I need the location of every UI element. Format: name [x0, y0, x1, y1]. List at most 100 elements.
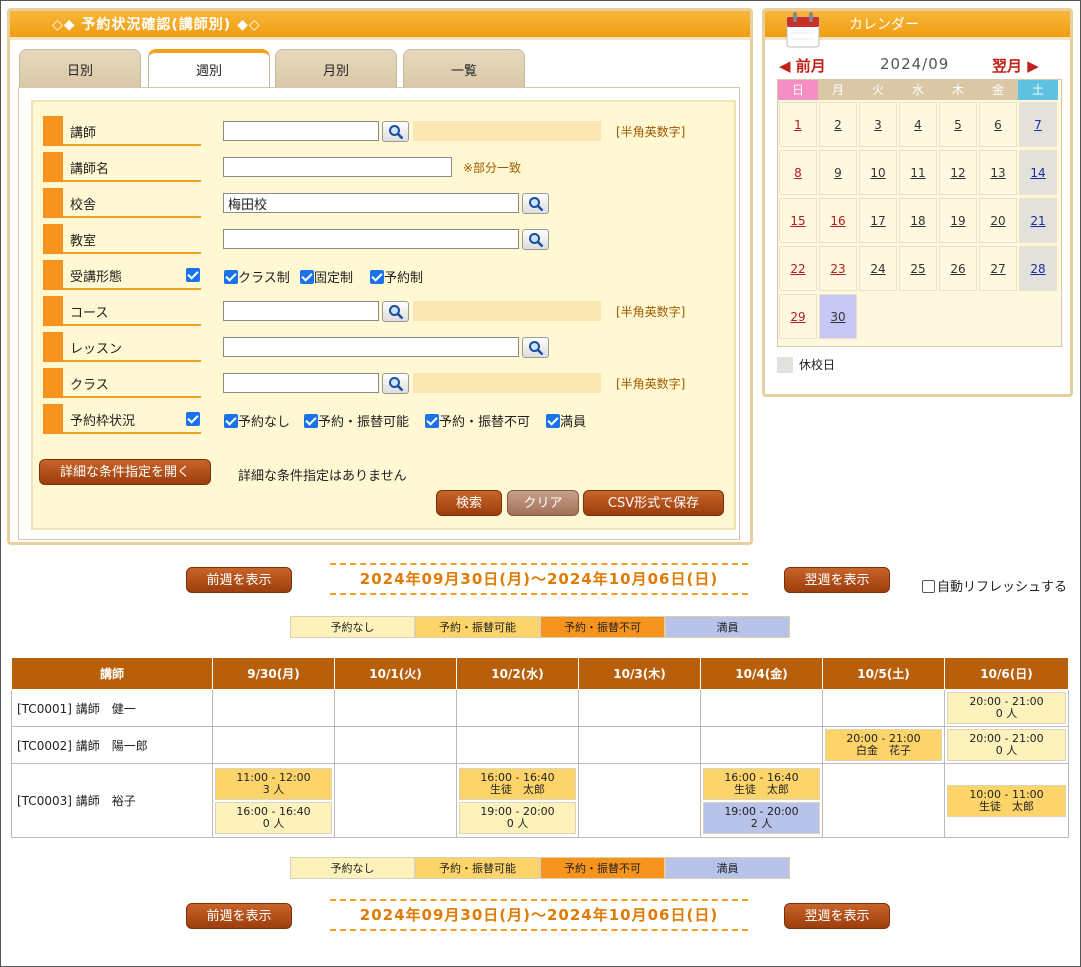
calendar-day[interactable]: 16 — [819, 198, 857, 243]
option-transfer-ng[interactable]: 予約・振替不可 — [425, 411, 530, 430]
room-input[interactable] — [223, 229, 519, 249]
calendar-dow-header: 木 — [938, 80, 978, 100]
reservation-slot[interactable]: 20:00 - 21:00 白金 花子 — [825, 729, 942, 761]
column-header-date: 10/4(金) — [700, 657, 823, 690]
reservation-slot[interactable]: 16:00 - 16:40 生徒 太郎 — [703, 767, 820, 800]
reservation-slot[interactable]: 10:00 - 11:00 生徒 太郎 — [947, 784, 1066, 817]
calendar-day[interactable]: 2 — [819, 102, 857, 147]
checkbox[interactable] — [304, 414, 318, 428]
calendar-day[interactable]: 30 — [819, 294, 857, 339]
calendar-day[interactable]: 3 — [859, 102, 897, 147]
calendar-day[interactable]: 20 — [979, 198, 1017, 243]
calendar-day[interactable]: 11 — [899, 150, 937, 195]
calendar-day[interactable]: 17 — [859, 198, 897, 243]
next-week-button[interactable]: 翌週を表示 — [784, 567, 890, 593]
option-full[interactable]: 満員 — [546, 411, 586, 430]
option-class[interactable]: クラス制 — [224, 267, 290, 286]
row-label: 講師 — [43, 116, 201, 146]
calendar-day[interactable]: 15 — [779, 198, 817, 243]
prev-week-button-bottom[interactable]: 前週を表示 — [186, 903, 292, 929]
reservation-slot[interactable]: 20:00 - 21:00 0 人 — [947, 729, 1066, 761]
prev-week-button[interactable]: 前週を表示 — [186, 567, 292, 593]
open-detail-conditions-button[interactable]: 詳細な条件指定を開く — [39, 459, 211, 485]
calendar-day[interactable]: 28 — [1019, 246, 1057, 291]
magnifier-icon — [389, 377, 404, 392]
attend-type-all-checkbox[interactable] — [186, 268, 200, 282]
calendar-day[interactable]: 26 — [939, 246, 977, 291]
csv-save-button[interactable]: CSV形式で保存 — [583, 490, 724, 516]
tab-daily[interactable]: 日別 — [19, 49, 141, 87]
auto-refresh-checkbox[interactable] — [922, 580, 935, 593]
checkbox[interactable] — [546, 414, 560, 428]
auto-refresh-toggle[interactable]: 自動リフレッシュする — [922, 576, 1067, 595]
calendar-day[interactable]: 29 — [779, 294, 817, 339]
calendar-day[interactable]: 18 — [899, 198, 937, 243]
course-search-button[interactable] — [382, 301, 409, 322]
teacher-name-input[interactable] — [223, 157, 452, 177]
clear-button[interactable]: クリア — [507, 490, 579, 516]
calendar-day[interactable]: 24 — [859, 246, 897, 291]
option-no-reservation[interactable]: 予約なし — [224, 411, 290, 430]
room-search-button[interactable] — [522, 229, 549, 250]
teacher-search-button[interactable] — [382, 121, 409, 142]
option-transfer-ok[interactable]: 予約・振替可能 — [304, 411, 409, 430]
teacher-code-input[interactable] — [223, 121, 379, 141]
lesson-input[interactable] — [223, 337, 519, 357]
calendar-day[interactable]: 8 — [779, 150, 817, 195]
calendar-day[interactable]: 9 — [819, 150, 857, 195]
teacher-name-display — [413, 121, 601, 141]
calendar-month: 2024/09 — [880, 55, 950, 73]
calendar-day[interactable]: 12 — [939, 150, 977, 195]
reservation-slot[interactable]: 19:00 - 20:00 2 人 — [703, 801, 820, 834]
calendar-day[interactable]: 27 — [979, 246, 1017, 291]
next-week-button-bottom[interactable]: 翌週を表示 — [784, 903, 890, 929]
tab-monthly[interactable]: 月別 — [275, 49, 397, 87]
calendar-day[interactable]: 25 — [899, 246, 937, 291]
search-button[interactable]: 検索 — [436, 490, 502, 516]
tab-body: 講師 [半角英数字] 講師名 ※部分一致 校舎 教室 — [18, 87, 740, 540]
class-search-button[interactable] — [382, 373, 409, 394]
row-slot-status: 予約枠状況 予約なし 予約・振替可能 予約・振替不可 満員 — [43, 404, 723, 434]
schedule-header-row: 講師 9/30(月) 10/1(火) 10/2(水) 10/3(木) 10/4(金) 10/… — [11, 657, 1069, 690]
reservation-slot[interactable]: 20:00 - 21:00 0 人 — [947, 692, 1066, 724]
checkbox[interactable] — [224, 414, 238, 428]
calendar-day[interactable]: 13 — [979, 150, 1017, 195]
calendar-day[interactable]: 10 — [859, 150, 897, 195]
option-fixed[interactable]: 固定制 — [300, 267, 353, 286]
calendar-day[interactable]: 21 — [1019, 198, 1057, 243]
slot-status-all-checkbox[interactable] — [186, 412, 200, 426]
checkbox[interactable] — [300, 270, 314, 284]
reservation-slot[interactable]: 19:00 - 20:00 0 人 — [459, 801, 576, 834]
school-search-button[interactable] — [522, 193, 549, 214]
tab-list[interactable]: 一覧 — [403, 49, 525, 87]
calendar-day[interactable]: 4 — [899, 102, 937, 147]
course-input[interactable] — [223, 301, 379, 321]
closed-day-swatch — [777, 357, 793, 373]
checkbox[interactable] — [425, 414, 439, 428]
lesson-search-button[interactable] — [522, 337, 549, 358]
calendar-day[interactable]: 19 — [939, 198, 977, 243]
day-cell — [456, 726, 579, 764]
day-cell — [578, 689, 701, 727]
column-header-date: 10/2(水) — [456, 657, 579, 690]
class-input[interactable] — [223, 373, 379, 393]
school-input[interactable] — [223, 193, 519, 213]
calendar-day[interactable]: 1 — [779, 102, 817, 147]
calendar-day[interactable]: 14 — [1019, 150, 1057, 195]
tab-weekly[interactable]: 週別 — [148, 49, 270, 87]
row-course: コース [半角英数字] — [43, 296, 723, 326]
checkbox[interactable] — [370, 270, 384, 284]
checkbox[interactable] — [224, 270, 238, 284]
calendar-day[interactable]: 22 — [779, 246, 817, 291]
calendar-day[interactable]: 5 — [939, 102, 977, 147]
calendar-day[interactable]: 23 — [819, 246, 857, 291]
next-month-link[interactable]: 翌月 ▶ — [992, 55, 1039, 76]
magnifier-icon — [529, 341, 544, 356]
reservation-slot[interactable]: 16:00 - 16:40 生徒 太郎 — [459, 767, 576, 800]
reservation-slot[interactable]: 16:00 - 16:40 0 人 — [215, 801, 332, 834]
calendar-day[interactable]: 7 — [1019, 102, 1057, 147]
reservation-slot[interactable]: 11:00 - 12:00 3 人 — [215, 767, 332, 800]
calendar-day[interactable]: 6 — [979, 102, 1017, 147]
prev-month-link[interactable]: ◀ 前月 — [779, 55, 826, 76]
option-reservation[interactable]: 予約制 — [370, 267, 423, 286]
